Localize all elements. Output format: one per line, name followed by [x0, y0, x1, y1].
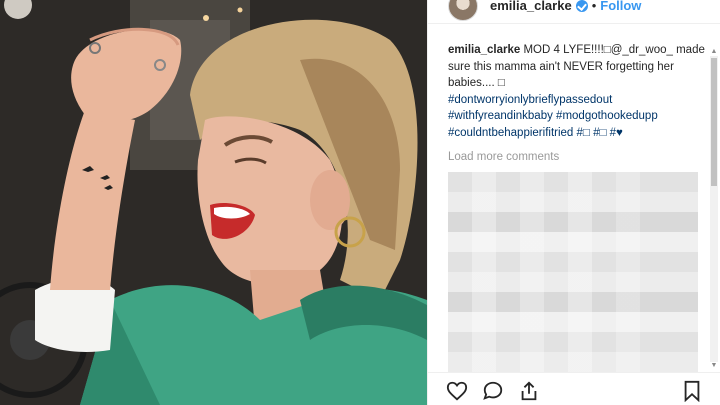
scroll-down-arrow-icon[interactable]: ▼	[710, 362, 718, 370]
hashtag-link[interactable]: #withfyreandinkbaby	[448, 110, 553, 122]
avatar[interactable]	[448, 0, 478, 21]
hashtag-link[interactable]: #couldntbehappierifitried	[448, 127, 573, 139]
post-header: emilia_clarke • Follow	[428, 0, 720, 24]
blurred-comments	[448, 172, 698, 372]
heart-icon[interactable]	[446, 380, 468, 402]
header-username[interactable]: emilia_clarke	[490, 0, 572, 13]
hashtag-link[interactable]: #□	[577, 127, 590, 139]
scroll-up-arrow-icon[interactable]: ▲	[710, 48, 718, 56]
bookmark-icon[interactable]	[681, 380, 703, 403]
comment-icon[interactable]	[482, 380, 504, 402]
hashtag-link[interactable]: #dontworryionlybrieflypassedout	[448, 94, 612, 106]
photo-illustration	[0, 0, 427, 405]
load-more-comments-link[interactable]: Load more comments	[448, 149, 706, 166]
post-sidebar: emilia_clarke • Follow emilia_clarke MOD…	[427, 0, 720, 405]
separator-dot: •	[591, 0, 597, 13]
comments-section: emilia_clarke MOD 4 LYFE!!!!□@_dr_woo_ m…	[448, 42, 706, 166]
hashtag-link[interactable]: #□	[593, 127, 606, 139]
follow-button[interactable]: Follow	[600, 0, 641, 13]
caption-username[interactable]: emilia_clarke	[448, 44, 520, 56]
post-actions	[428, 372, 720, 405]
scrollbar-thumb[interactable]	[711, 58, 717, 186]
post-photo[interactable]	[0, 0, 427, 405]
share-icon[interactable]	[518, 380, 540, 402]
hashtag-link[interactable]: #♥	[610, 127, 623, 139]
hashtag-link[interactable]: #modgothookedupp	[556, 110, 658, 122]
comments-scrollbar[interactable]	[710, 56, 718, 362]
verified-badge-icon	[575, 0, 588, 12]
post-caption: emilia_clarke MOD 4 LYFE!!!!□@_dr_woo_ m…	[448, 42, 706, 141]
